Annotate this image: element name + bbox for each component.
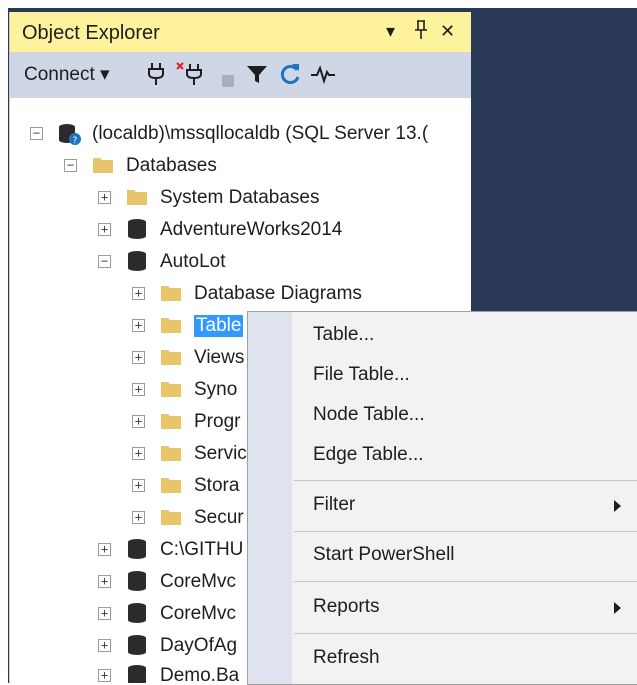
menu-item-node-table[interactable]: Node Table... [313,404,425,426]
activity-monitor-icon[interactable] [310,62,336,88]
database-icon [126,664,148,683]
context-menu: Table... File Table... Node Table... Edg… [247,311,637,685]
pin-icon[interactable] [414,20,428,45]
tree-node-autolot[interactable]: − AutoLot [10,246,471,278]
refresh-icon[interactable] [278,62,302,88]
connect-button[interactable]: Connect ▾ [24,62,110,88]
collapse-toggle[interactable]: − [30,127,43,140]
stop-icon[interactable] [222,69,234,95]
expand-toggle[interactable]: + [98,223,111,236]
expand-toggle[interactable]: + [132,511,145,524]
expand-toggle[interactable]: + [132,287,145,300]
expand-toggle[interactable]: + [98,191,111,204]
database-icon [126,218,148,240]
folder-icon [160,314,182,336]
expand-toggle[interactable]: + [98,669,111,682]
database-label: CoreMvc [160,571,237,592]
tree-node-server[interactable]: − ? (localdb)\mssqllocaldb (SQL Server 1… [10,118,471,150]
database-label: DayOfAg [160,635,238,656]
tree-node-databases[interactable]: − Databases [10,150,471,182]
folder-icon [160,474,182,496]
menu-item-table[interactable]: Table... [313,324,374,346]
window-position-dropdown-icon[interactable]: ▾ [386,20,395,42]
database-icon [126,250,148,272]
expand-toggle[interactable]: + [98,639,111,652]
svg-text:?: ? [73,136,78,146]
menu-item-refresh[interactable]: Refresh [313,647,380,669]
menu-separator [294,531,637,532]
folder-label: Database Diagrams [194,283,362,304]
panel-titlebar: Object Explorer ▾ ✕ [10,12,471,52]
databases-label: Databases [126,155,217,176]
folder-label: Views [194,347,245,368]
folder-label-selected: Table [194,315,244,337]
menu-item-edge-table[interactable]: Edge Table... [313,444,424,466]
expand-toggle[interactable]: + [132,479,145,492]
close-icon[interactable]: ✕ [440,20,455,42]
menu-item-filter[interactable]: Filter [313,494,355,516]
server-icon: ? [58,122,81,146]
explorer-toolbar: Connect ▾ [10,52,471,98]
menu-icon-gutter [248,312,292,684]
database-icon [126,570,148,592]
tree-node-database-diagrams[interactable]: + Database Diagrams [10,278,471,310]
system-databases-label: System Databases [160,187,320,208]
expand-toggle[interactable]: + [132,415,145,428]
folder-label: Servic [194,443,247,464]
database-icon [126,602,148,624]
folder-icon [160,442,182,464]
tree-node-system-databases[interactable]: + System Databases [10,182,471,214]
database-label: CoreMvc [160,603,237,624]
menu-item-start-powershell[interactable]: Start PowerShell [313,544,455,566]
collapse-toggle[interactable]: − [64,159,77,172]
submenu-arrow-icon [614,500,621,512]
expand-toggle[interactable]: + [132,319,145,332]
database-label: AdventureWorks2014 [160,219,343,240]
database-icon [126,538,148,560]
panel-title: Object Explorer [22,22,160,44]
collapse-toggle[interactable]: − [98,255,111,268]
folder-label: Stora [194,475,240,496]
folder-icon [160,378,182,400]
menu-separator [294,581,637,582]
menu-separator [294,633,637,634]
connect-plug-icon[interactable] [148,62,164,88]
database-label: Demo.Ba [160,665,240,683]
menu-item-file-table[interactable]: File Table... [313,364,410,386]
database-icon [126,634,148,656]
disconnect-icon[interactable] [176,62,202,88]
database-label: AutoLot [160,251,226,272]
filter-icon[interactable] [246,62,268,88]
folder-icon [160,346,182,368]
folder-icon [160,410,182,432]
tree-node-adventureworks[interactable]: + AdventureWorks2014 [10,214,471,246]
expand-toggle[interactable]: + [98,575,111,588]
submenu-arrow-icon [614,602,621,614]
folder-icon [160,506,182,528]
menu-separator [294,480,637,481]
folder-icon [92,154,114,176]
menu-item-reports[interactable]: Reports [313,596,380,618]
server-label: (localdb)\mssqllocaldb (SQL Server 13.( [92,123,429,144]
expand-toggle[interactable]: + [132,383,145,396]
expand-toggle[interactable]: + [132,351,145,364]
expand-toggle[interactable]: + [132,447,145,460]
folder-label: Progr [194,411,241,432]
folder-label: Syno [194,379,238,400]
expand-toggle[interactable]: + [98,543,111,556]
folder-icon [160,282,182,304]
folder-icon [126,186,148,208]
folder-label: Secur [194,507,244,528]
database-label: C:\GITHU [160,539,244,560]
expand-toggle[interactable]: + [98,607,111,620]
